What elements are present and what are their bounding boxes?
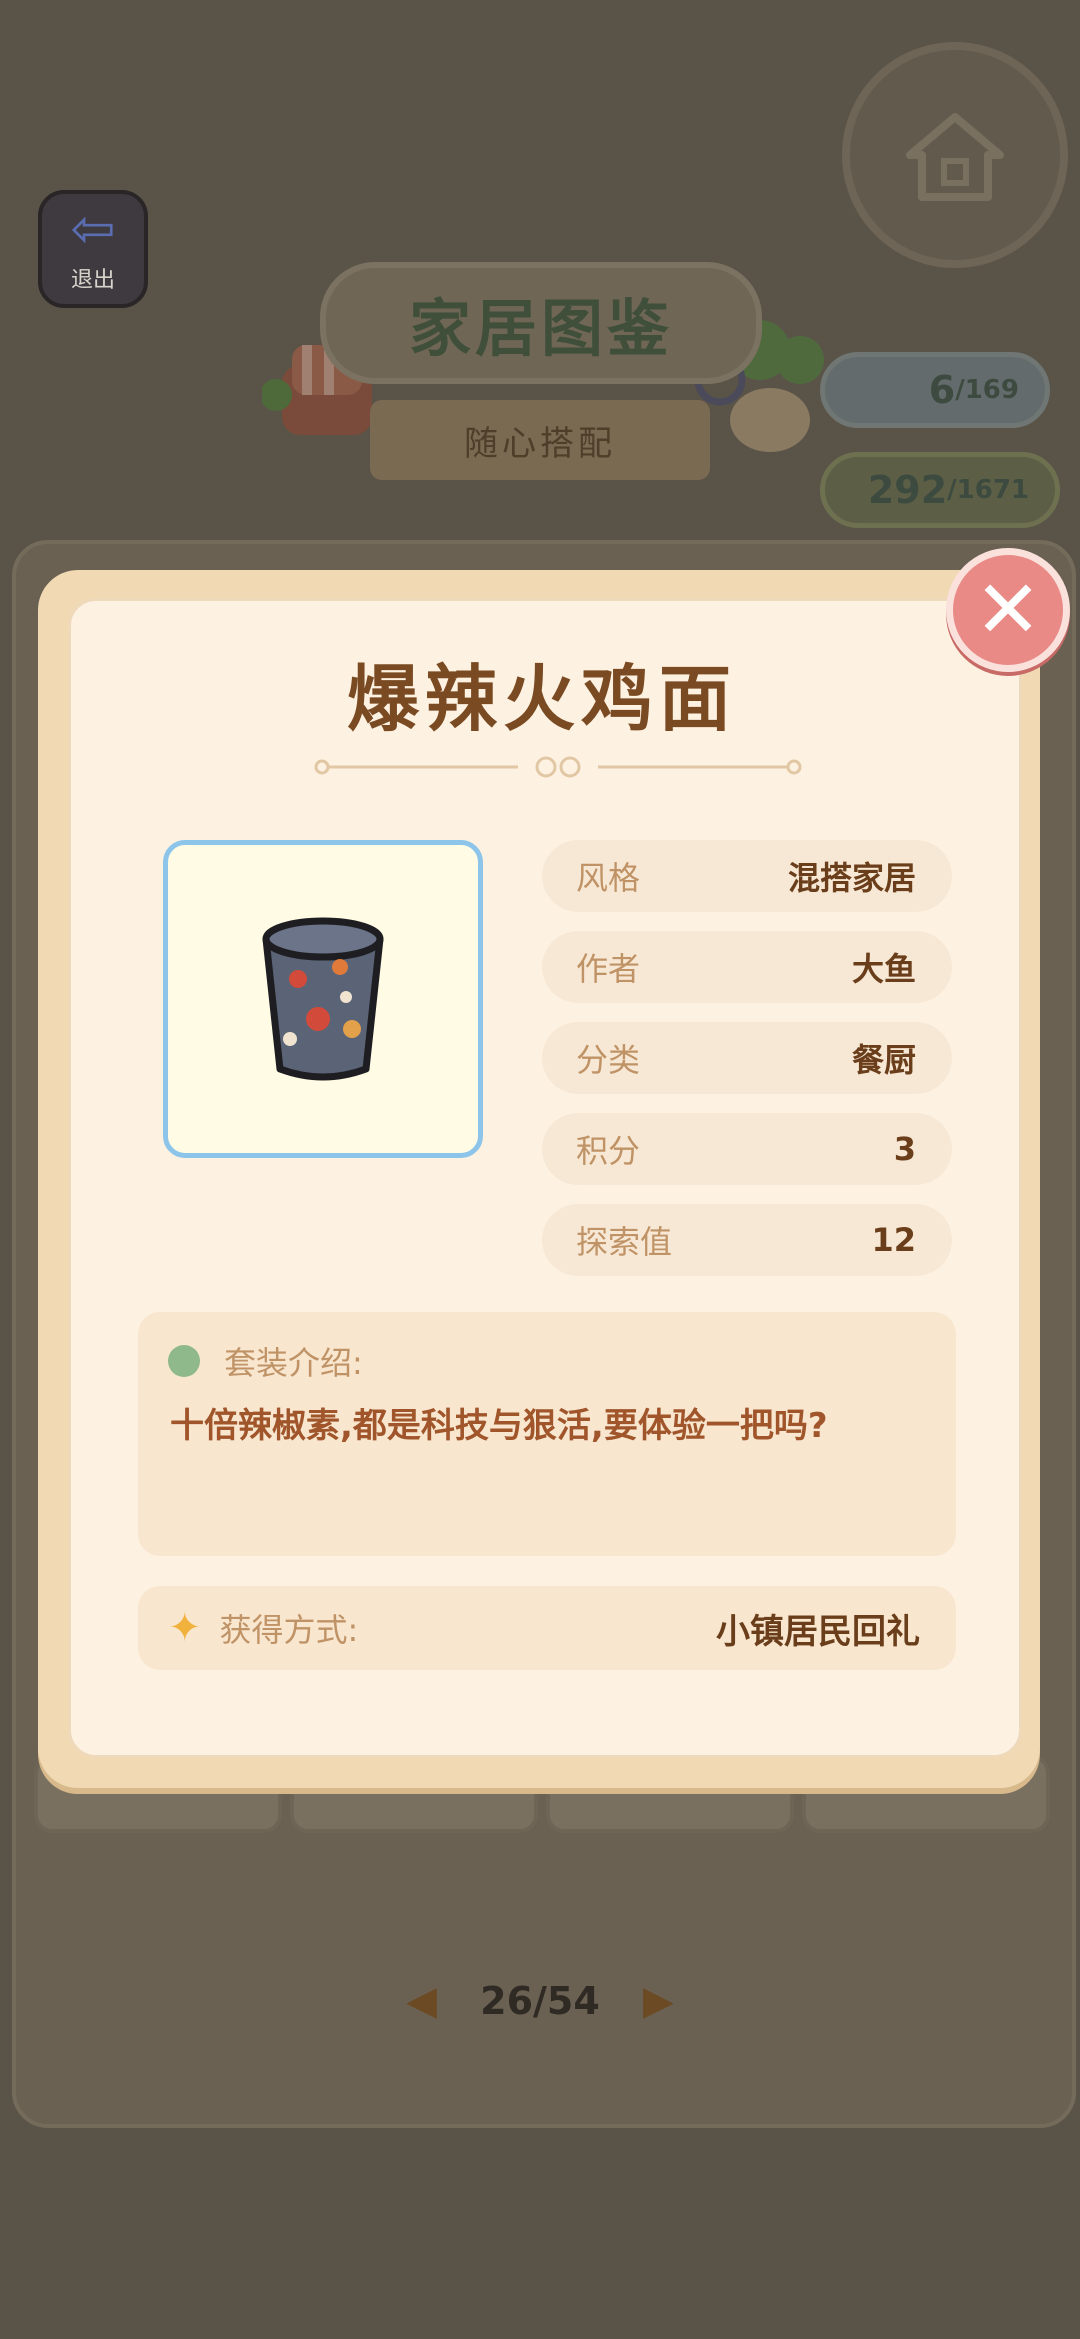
back-arrow-icon: ⇦	[70, 197, 116, 260]
attribute-row-explore: 探索值 12	[542, 1204, 952, 1276]
item-title: 爆辣火鸡面	[346, 657, 737, 741]
exit-label: 退出	[70, 268, 115, 293]
attribute-key: 积分	[576, 1132, 641, 1170]
noodle-cup-icon	[262, 917, 384, 1081]
attribute-key: 探索值	[576, 1223, 673, 1261]
explore-stat-value: 6	[928, 368, 956, 412]
set-description-box: 套装介绍: 十倍辣椒素,都是科技与狠活,要体验一把吗?	[138, 1312, 956, 1556]
description-label: 套装介绍:	[224, 1344, 363, 1382]
chevron-left-icon[interactable]: ◀	[406, 1978, 437, 2024]
attribute-value: 3	[893, 1130, 916, 1168]
points-stat-total: /1671	[947, 475, 1029, 505]
attribute-value: 餐厨	[851, 1041, 916, 1079]
attribute-row-category: 分类 餐厨	[542, 1022, 952, 1094]
home-button[interactable]	[842, 42, 1068, 268]
page-title: 家居图鉴	[320, 262, 762, 384]
attribute-row-points: 积分 3	[542, 1113, 952, 1185]
close-icon: ✕	[974, 563, 1042, 656]
explore-stat-total: /169	[955, 375, 1019, 405]
description-text: 十倍辣椒素,都是科技与狠活,要体验一把吗?	[170, 1406, 828, 1446]
attribute-key: 风格	[576, 859, 641, 897]
attribute-value: 12	[871, 1221, 916, 1259]
page-indicator: 26/54	[480, 1979, 600, 2023]
attribute-row-author: 作者 大鱼	[542, 931, 952, 1003]
page-subtitle-ribbon: 随心搭配	[370, 400, 710, 480]
chevron-right-icon[interactable]: ▶	[643, 1978, 674, 2024]
item-detail-modal: 爆辣火鸡面 风格 混搭家居 作者 大鱼 分类 餐厨 积分 3 探索值 12 套装…	[38, 570, 1040, 1788]
obtain-label: 获得方式:	[219, 1611, 359, 1649]
pagination: ◀ 26/54 ▶	[0, 1978, 1080, 2024]
sparkle-icon: ✦	[168, 1605, 202, 1651]
close-button[interactable]: ✕	[946, 548, 1070, 672]
attribute-value: 混搭家居	[787, 859, 916, 897]
attribute-row-style: 风格 混搭家居	[542, 840, 952, 912]
ornament-divider	[314, 756, 802, 778]
obtain-value: 小镇居民回礼	[716, 1611, 920, 1652]
exit-button[interactable]: ⇦ 退出	[38, 190, 148, 308]
item-thumbnail	[163, 840, 483, 1158]
points-stat-badge: 292 /1671	[820, 452, 1060, 528]
points-stat-value: 292	[867, 468, 948, 512]
attribute-value: 大鱼	[851, 950, 916, 988]
explore-stat-badge: 6 /169	[820, 352, 1050, 428]
attribute-key: 作者	[576, 950, 641, 988]
attribute-key: 分类	[576, 1041, 641, 1079]
obtain-method-box: ✦ 获得方式: 小镇居民回礼	[138, 1586, 956, 1670]
home-icon	[906, 113, 1004, 201]
leaf-icon	[168, 1345, 200, 1377]
